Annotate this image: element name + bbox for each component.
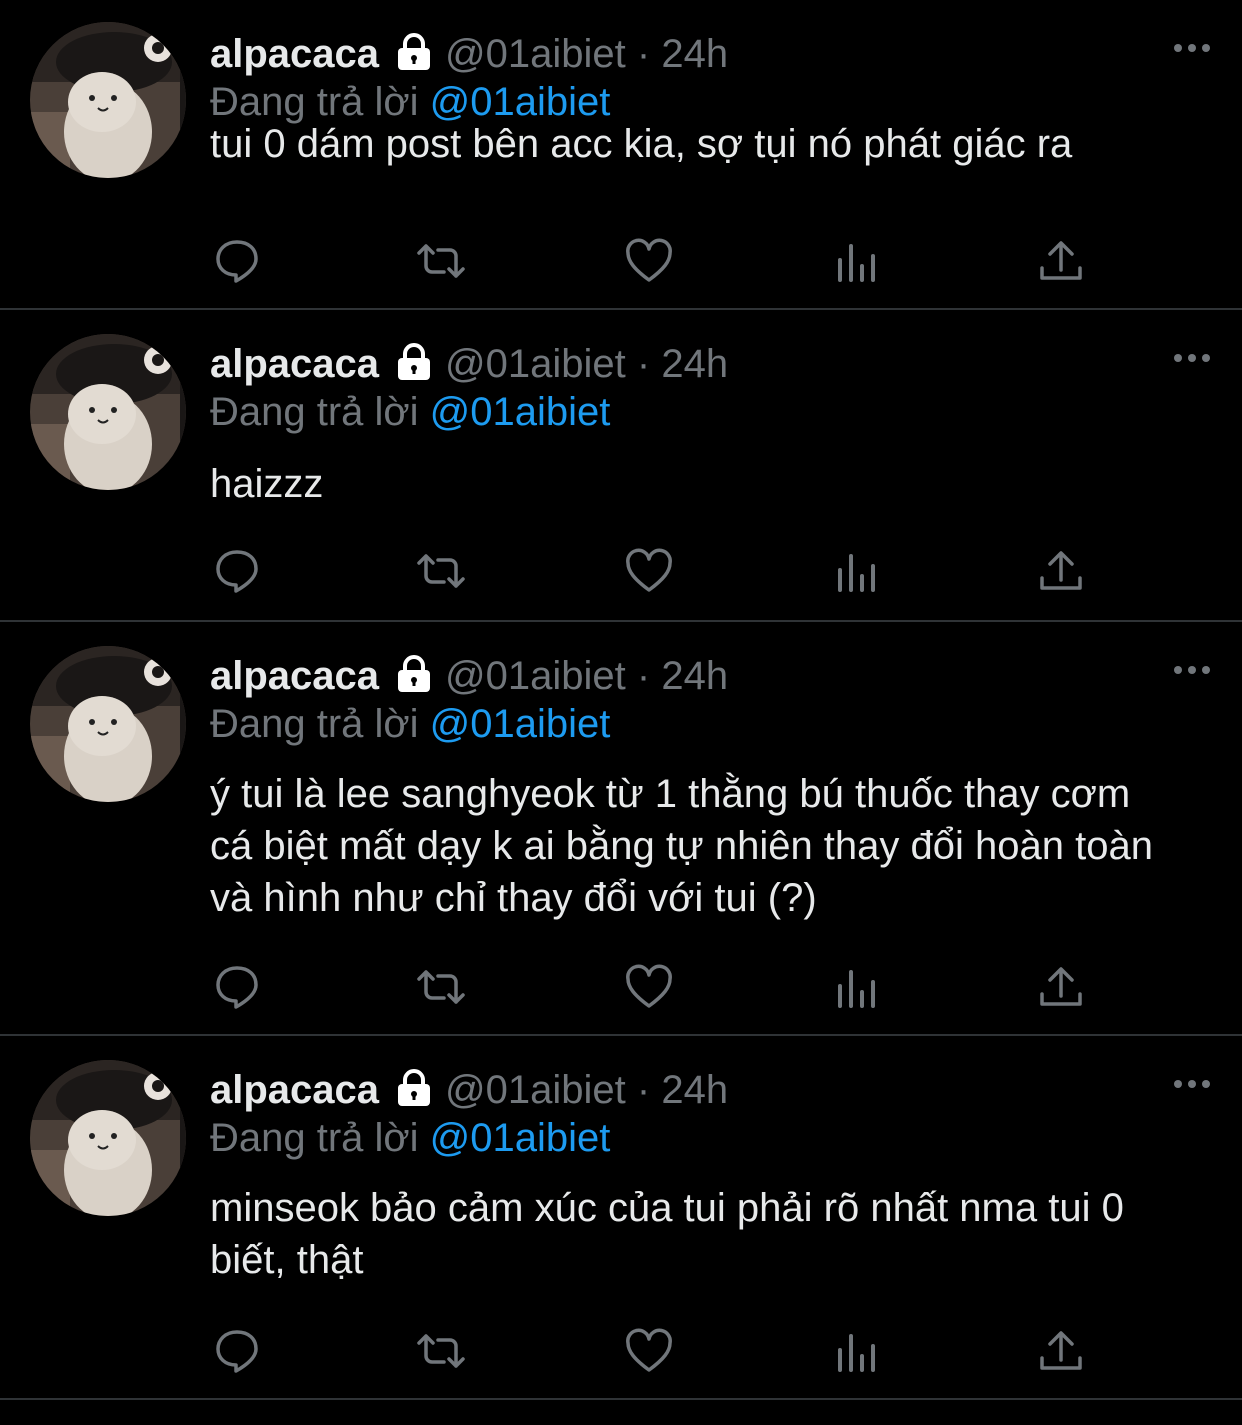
share-icon[interactable] xyxy=(1036,962,1086,1012)
tweet[interactable]: alpacaca @01aibiet · 24h Đang trả lời @01… xyxy=(0,310,1242,622)
like-icon[interactable] xyxy=(624,962,674,1012)
avatar[interactable] xyxy=(30,1060,186,1216)
more-options-icon[interactable] xyxy=(1172,348,1212,368)
tweet-header: alpacaca @01aibiet · 24h xyxy=(210,1064,728,1116)
tweet-actions xyxy=(210,546,1090,596)
replying-to-label: Đang trả lời xyxy=(210,390,419,434)
separator: · xyxy=(636,32,651,76)
lock-icon xyxy=(393,31,435,73)
replying-to: Đang trả lời @01aibiet xyxy=(210,1112,610,1164)
tweet-text: tui 0 dám post bên acc kia, sợ tụi nó ph… xyxy=(210,122,1073,166)
tweet-actions xyxy=(210,962,1090,1012)
display-name[interactable]: alpacaca xyxy=(210,342,379,386)
avatar[interactable] xyxy=(30,646,186,802)
tweet-actions xyxy=(210,1326,1090,1376)
lock-icon xyxy=(393,1067,435,1109)
handle[interactable]: @01aibiet xyxy=(445,32,626,76)
reply-icon[interactable] xyxy=(212,546,262,596)
like-icon[interactable] xyxy=(624,236,674,286)
tweet-header: alpacaca @01aibiet · 24h xyxy=(210,28,728,80)
lock-icon xyxy=(393,653,435,695)
retweet-icon[interactable] xyxy=(416,962,466,1012)
timestamp[interactable]: 24h xyxy=(661,1068,728,1112)
tweet-text: ý tui là lee sanghyeok từ 1 thằng bú thu… xyxy=(210,772,1153,920)
handle[interactable]: @01aibiet xyxy=(445,1068,626,1112)
separator: · xyxy=(636,342,651,386)
replying-to-label: Đang trả lời xyxy=(210,1116,419,1160)
analytics-icon[interactable] xyxy=(832,962,882,1012)
separator: · xyxy=(636,654,651,698)
more-options-icon[interactable] xyxy=(1172,660,1212,680)
analytics-icon[interactable] xyxy=(832,236,882,286)
like-icon[interactable] xyxy=(624,1326,674,1376)
like-icon[interactable] xyxy=(624,546,674,596)
reply-icon[interactable] xyxy=(212,962,262,1012)
replying-to: Đang trả lời @01aibiet xyxy=(210,386,610,438)
separator: · xyxy=(636,1068,651,1112)
tweet[interactable]: alpacaca @01aibiet · 24h Đang trả lời @01… xyxy=(0,0,1242,310)
more-options-icon[interactable] xyxy=(1172,1074,1212,1094)
retweet-icon[interactable] xyxy=(416,1326,466,1376)
handle[interactable]: @01aibiet xyxy=(445,654,626,698)
display-name[interactable]: alpacaca xyxy=(210,654,379,698)
timestamp[interactable]: 24h xyxy=(661,654,728,698)
avatar[interactable] xyxy=(30,22,186,178)
share-icon[interactable] xyxy=(1036,236,1086,286)
timestamp[interactable]: 24h xyxy=(661,342,728,386)
display-name[interactable]: alpacaca xyxy=(210,1068,379,1112)
analytics-icon[interactable] xyxy=(832,546,882,596)
reply-mention-link[interactable]: @01aibiet xyxy=(430,702,611,746)
tweet-header: alpacaca @01aibiet · 24h xyxy=(210,338,728,390)
reply-mention-link[interactable]: @01aibiet xyxy=(430,1116,611,1160)
replying-to-label: Đang trả lời xyxy=(210,702,419,746)
share-icon[interactable] xyxy=(1036,1326,1086,1376)
reply-icon[interactable] xyxy=(212,236,262,286)
display-name[interactable]: alpacaca xyxy=(210,32,379,76)
share-icon[interactable] xyxy=(1036,546,1086,596)
tweet-header: alpacaca @01aibiet · 24h xyxy=(210,650,728,702)
timestamp[interactable]: 24h xyxy=(661,32,728,76)
avatar[interactable] xyxy=(30,334,186,490)
retweet-icon[interactable] xyxy=(416,236,466,286)
replying-to: Đang trả lời @01aibiet xyxy=(210,698,610,750)
tweet[interactable]: alpacaca @01aibiet · 24h Đang trả lời @01… xyxy=(0,1036,1242,1400)
tweet-actions xyxy=(210,236,1090,286)
analytics-icon[interactable] xyxy=(832,1326,882,1376)
reply-icon[interactable] xyxy=(212,1326,262,1376)
more-options-icon[interactable] xyxy=(1172,38,1212,58)
tweet-text: haizzz xyxy=(210,462,324,506)
lock-icon xyxy=(393,341,435,383)
handle[interactable]: @01aibiet xyxy=(445,342,626,386)
reply-mention-link[interactable]: @01aibiet xyxy=(430,390,611,434)
tweet[interactable]: alpacaca @01aibiet · 24h Đang trả lời @01… xyxy=(0,622,1242,1036)
tweet-text: minseok bảo cảm xúc của tui phải rõ nhất… xyxy=(210,1186,1124,1282)
retweet-icon[interactable] xyxy=(416,546,466,596)
